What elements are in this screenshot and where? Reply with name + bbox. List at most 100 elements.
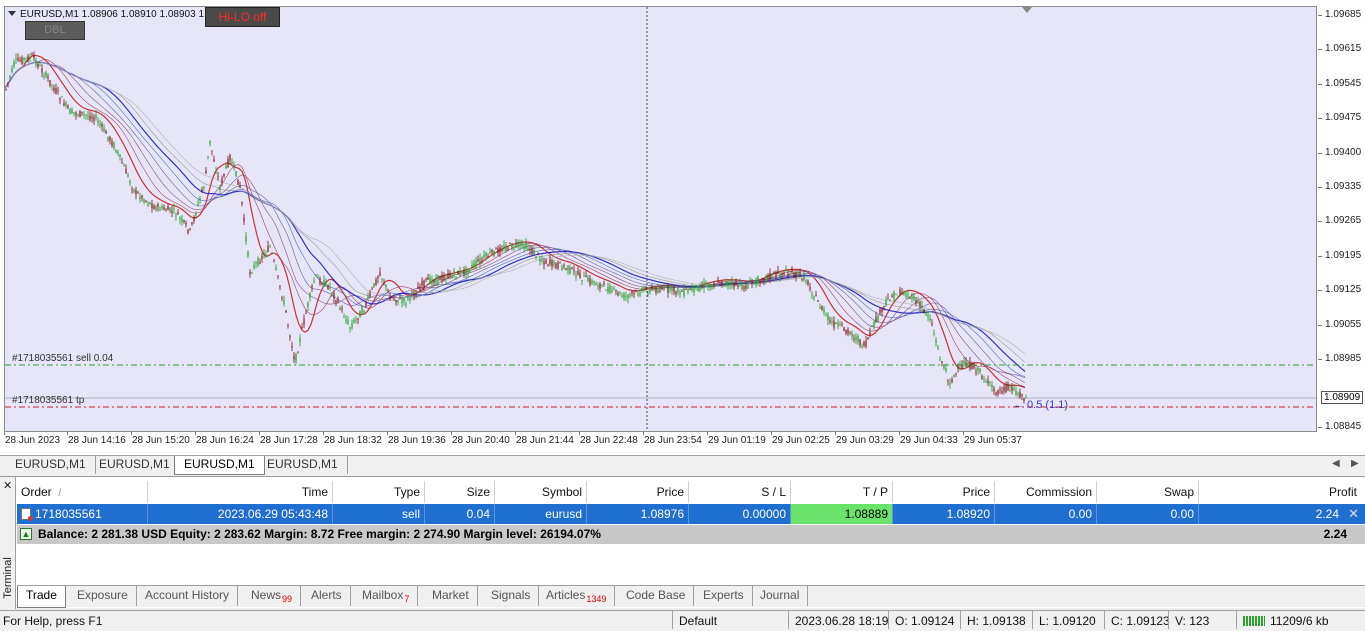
time-axis-label: 29 Jun 02:25 bbox=[772, 435, 830, 446]
candle-body bbox=[257, 258, 259, 266]
candle-body bbox=[475, 260, 477, 266]
price-axis-label: 1.09400 bbox=[1325, 147, 1362, 158]
dbl-button[interactable]: DBL bbox=[25, 21, 85, 40]
candle-body bbox=[821, 306, 823, 311]
column-symbol[interactable]: Symbol bbox=[495, 481, 587, 503]
terminal-tab-articles[interactable]: Articles1349 bbox=[538, 586, 616, 606]
terminal-tab-news[interactable]: News99 bbox=[243, 586, 302, 606]
close-position-icon[interactable]: ✕ bbox=[1348, 504, 1359, 524]
candle-body bbox=[207, 156, 209, 158]
chart-window[interactable]: EURUSD,M1 1.08906 1.08910 1.08903 1.08 D… bbox=[0, 0, 1365, 455]
hilo-toggle-button[interactable]: Hi-LO off bbox=[205, 7, 280, 27]
candle-body bbox=[361, 307, 363, 314]
candle-body bbox=[67, 105, 69, 108]
terminal-tab-exposure[interactable]: Exposure bbox=[69, 586, 137, 606]
candle-body bbox=[15, 58, 17, 60]
price-chart[interactable] bbox=[4, 6, 1317, 432]
terminal-tab-market[interactable]: Market bbox=[424, 586, 478, 606]
candle-body bbox=[203, 186, 205, 188]
trade-level-tag: ← 0.5 (1.1) bbox=[1013, 399, 1069, 411]
candlestick-chart[interactable] bbox=[5, 7, 1316, 431]
chart-menu-arrow-icon[interactable] bbox=[8, 11, 16, 16]
candle-body bbox=[785, 268, 787, 271]
price-axis-tick bbox=[1318, 256, 1322, 257]
candle-body bbox=[525, 241, 527, 249]
candle-body bbox=[391, 297, 393, 299]
table-row[interactable]: 1718035561 2023.06.29 05:43:48 sell 0.04… bbox=[17, 504, 1365, 524]
column-time[interactable]: Time bbox=[148, 481, 333, 503]
status-profile[interactable]: Default bbox=[672, 611, 788, 629]
candle-body bbox=[407, 296, 409, 299]
candle-body bbox=[489, 251, 491, 253]
terminal-tab-experts[interactable]: Experts bbox=[695, 586, 753, 606]
candle-body bbox=[347, 320, 349, 324]
candle-body bbox=[625, 295, 627, 297]
candle-body bbox=[353, 319, 355, 323]
status-close: C: 1.09123 bbox=[1104, 611, 1170, 629]
close-icon[interactable]: ✕ bbox=[3, 479, 12, 492]
terminal-tab-journal[interactable]: Journal bbox=[752, 586, 809, 606]
candle-body bbox=[91, 116, 93, 119]
column-sl[interactable]: S / L bbox=[689, 481, 791, 503]
candle-body bbox=[861, 345, 863, 347]
terminal-tab-label: News bbox=[251, 588, 282, 602]
terminal-tab-code-base[interactable]: Code Base bbox=[618, 586, 695, 606]
candle-body bbox=[943, 366, 945, 369]
candle-body bbox=[575, 275, 577, 278]
candle-body bbox=[585, 275, 587, 278]
column-swap[interactable]: Swap bbox=[1097, 481, 1199, 503]
chart-tab[interactable]: EURUSD,M1 bbox=[6, 456, 96, 474]
terminal-tab-signals[interactable]: Signals bbox=[483, 586, 540, 606]
candle-body bbox=[27, 56, 29, 62]
candle-body bbox=[289, 336, 291, 338]
column-price[interactable]: Price bbox=[587, 481, 689, 503]
column-size[interactable]: Size bbox=[425, 481, 495, 503]
time-axis-label: 29 Jun 04:33 bbox=[900, 435, 958, 446]
time-axis[interactable]: 28 Jun 2023 28 Jun 14:16 28 Jun 15:20 28 Ju… bbox=[0, 432, 1318, 452]
price-axis-tick bbox=[1318, 325, 1322, 326]
terminal-tab-alerts[interactable]: Alerts bbox=[303, 586, 351, 606]
column-order[interactable]: Order / bbox=[17, 481, 148, 503]
status-connection[interactable]: 11209/6 kb bbox=[1236, 611, 1365, 629]
price-axis-label: 1.09195 bbox=[1325, 250, 1362, 261]
terminal-tab-mailbox[interactable]: Mailbox7 bbox=[354, 586, 419, 606]
candle-body bbox=[711, 287, 713, 289]
candle-body bbox=[757, 276, 759, 284]
candle-body bbox=[925, 312, 927, 315]
price-axis-label: 1.08845 bbox=[1325, 421, 1362, 432]
candle-body bbox=[335, 300, 337, 303]
tabs-scroll-right-icon[interactable]: ▶ bbox=[1351, 458, 1359, 469]
candle-body bbox=[421, 281, 423, 286]
candle-body bbox=[915, 300, 917, 304]
candle-body bbox=[55, 88, 57, 94]
candle-body bbox=[339, 307, 341, 310]
column-current-price[interactable]: Price bbox=[893, 481, 995, 503]
terminal-tab-trade[interactable]: Trade bbox=[17, 586, 66, 608]
chart-shift-marker-icon[interactable] bbox=[1022, 7, 1032, 13]
candle-body bbox=[991, 384, 993, 388]
chart-tab[interactable]: EURUSD,M1 bbox=[90, 456, 180, 474]
column-commission[interactable]: Commission bbox=[995, 481, 1097, 503]
cell-tp[interactable]: 1.08889 bbox=[791, 504, 893, 524]
tabs-scroll-left-icon[interactable]: ◀ bbox=[1332, 458, 1340, 469]
candle-body bbox=[515, 242, 517, 244]
candle-body bbox=[297, 352, 299, 354]
cell-sl[interactable]: 0.00000 bbox=[689, 504, 791, 524]
column-tp[interactable]: T / P bbox=[791, 481, 893, 503]
candle-body bbox=[69, 109, 71, 115]
time-axis-tick bbox=[195, 432, 196, 435]
candle-body bbox=[783, 272, 785, 275]
candle-body bbox=[243, 217, 245, 222]
chart-tab-active[interactable]: EURUSD,M1 bbox=[174, 456, 265, 475]
candle-body bbox=[905, 294, 907, 297]
candle-body bbox=[435, 278, 437, 284]
price-axis[interactable]: 1.09685 1.09615 1.09545 1.09475 1.09400 1.093… bbox=[1318, 0, 1365, 455]
column-type[interactable]: Type bbox=[333, 481, 425, 503]
candle-body bbox=[307, 302, 309, 307]
candle-body bbox=[99, 124, 101, 126]
terminal-tab-account-history[interactable]: Account History bbox=[137, 586, 239, 606]
candle-body bbox=[653, 287, 655, 290]
chart-tab[interactable]: EURUSD,M1 bbox=[258, 456, 348, 474]
column-profit[interactable]: Profit bbox=[1199, 481, 1361, 503]
candle-body bbox=[385, 284, 387, 288]
